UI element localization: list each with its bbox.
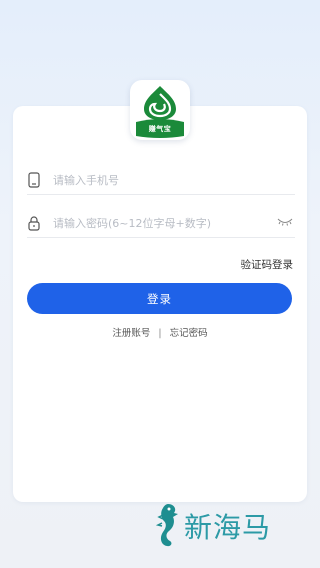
logo-text: 赚气宝 xyxy=(148,125,172,133)
phone-field[interactable] xyxy=(27,170,295,195)
phone-input[interactable] xyxy=(53,170,263,190)
watermark: 新海马 xyxy=(150,501,300,549)
phone-icon xyxy=(28,172,40,188)
app-logo: 赚气宝 xyxy=(130,80,190,140)
register-link[interactable]: 注册账号 xyxy=(112,325,150,339)
eye-closed-icon[interactable] xyxy=(277,217,293,227)
password-field[interactable] xyxy=(27,213,295,238)
watermark-text: 新海马 xyxy=(184,511,272,544)
auth-links: 注册账号 | 忘记密码 xyxy=(0,325,320,339)
seahorse-icon xyxy=(155,504,178,547)
password-input[interactable] xyxy=(53,213,263,233)
lock-icon xyxy=(28,216,40,231)
login-button[interactable]: 登录 xyxy=(27,283,292,314)
sms-login-link[interactable]: 验证码登录 xyxy=(241,257,294,272)
forgot-password-link[interactable]: 忘记密码 xyxy=(170,325,208,339)
links-separator: | xyxy=(158,328,162,339)
